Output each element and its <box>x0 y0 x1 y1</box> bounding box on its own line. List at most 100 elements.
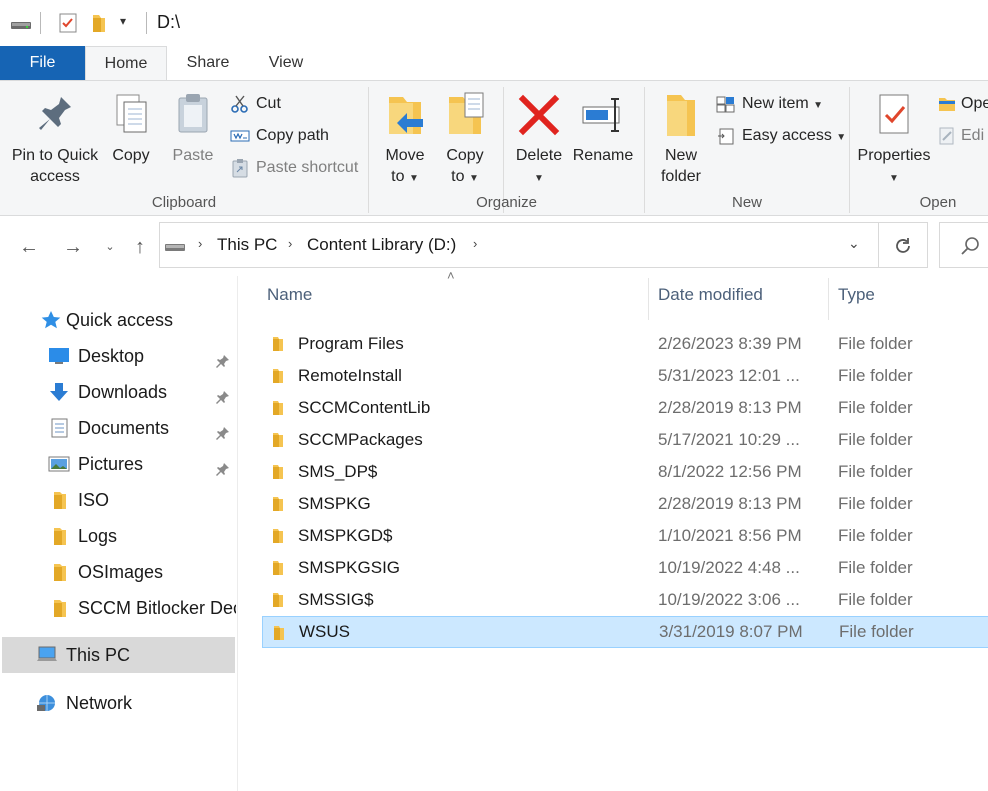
nav-item-pictures[interactable]: Pictures <box>48 448 236 480</box>
new-folder-icon <box>667 95 695 136</box>
breadcrumb-this-pc[interactable]: This PC <box>217 235 277 255</box>
column-separator[interactable] <box>828 278 829 320</box>
file-row[interactable]: SMS_DP$ 8/1/2022 12:56 PM File folder <box>262 456 988 488</box>
up-arrow-icon[interactable]: ↑ <box>127 234 153 260</box>
file-row[interactable]: SMSPKG 2/28/2019 8:13 PM File folder <box>262 488 988 520</box>
paste-shortcut-button[interactable]: Paste shortcut <box>230 156 358 180</box>
breadcrumb-chevron-icon[interactable]: › <box>198 236 202 251</box>
dropdown-arrow-icon: ▼ <box>889 173 899 184</box>
file-date-modified: 10/19/2022 4:48 ... <box>658 558 800 577</box>
network-icon <box>37 695 55 711</box>
scissors-icon <box>231 95 248 113</box>
pin-to-quick-access-button[interactable]: Pin to Quick access <box>8 89 102 187</box>
column-header-name[interactable]: Name <box>267 285 312 305</box>
nav-this-pc[interactable]: This PC <box>36 639 232 671</box>
new-folder-button[interactable]: New folder <box>656 89 706 187</box>
sort-ascending-icon: ˄ <box>447 268 455 283</box>
address-dropdown-chevron-icon[interactable]: ⌄ <box>848 235 860 252</box>
search-icon <box>961 237 979 255</box>
file-row[interactable]: SMSPKGD$ 1/10/2021 8:56 PM File folder <box>262 520 988 552</box>
nav-item-logs[interactable]: Logs <box>48 520 236 552</box>
file-date-modified: 1/10/2021 8:56 PM <box>658 526 802 545</box>
folder-icon <box>273 561 283 575</box>
copy-button[interactable]: Copy <box>106 89 156 166</box>
separator <box>40 12 41 34</box>
this-pc-icon <box>37 646 57 661</box>
properties-icon <box>879 94 909 134</box>
file-date-modified: 5/17/2021 10:29 ... <box>658 430 800 449</box>
copy-to-icon <box>449 92 484 134</box>
pin-icon[interactable] <box>214 384 230 408</box>
breadcrumb-chevron-icon[interactable]: › <box>288 236 292 251</box>
copy-to-button[interactable]: Copy to ▼ <box>440 89 490 189</box>
properties-button[interactable]: Properties ▼ <box>856 89 932 189</box>
title-bar: ▾ D:\ <box>0 0 988 46</box>
tab-home[interactable]: Home <box>85 46 167 81</box>
dropdown-arrow-icon: ▼ <box>534 173 544 184</box>
new-group-label: New <box>731 194 762 211</box>
file-row[interactable]: SMSSIG$ 10/19/2022 3:06 ... File folder <box>262 584 988 616</box>
tab-share[interactable]: Share <box>172 46 244 80</box>
rename-button[interactable]: Rename <box>572 89 634 166</box>
nav-item-downloads[interactable]: Downloads <box>48 376 236 408</box>
column-header-date[interactable]: Date modified <box>658 285 763 305</box>
file-name: SMS_DP$ <box>298 462 378 481</box>
folder-icon <box>54 492 66 509</box>
ribbon-tabs: File Home Share View <box>0 46 988 81</box>
folder-icon <box>54 564 66 581</box>
delete-button[interactable]: Delete ▼ <box>513 89 565 189</box>
dropdown-arrow-icon: ▼ <box>408 173 419 184</box>
file-row[interactable]: Program Files 2/26/2023 8:39 PM File folde… <box>262 328 988 360</box>
refresh-button[interactable] <box>879 222 928 268</box>
tab-file[interactable]: File <box>0 46 85 80</box>
file-row[interactable]: SMSPKGSIG 10/19/2022 4:48 ... File folder <box>262 552 988 584</box>
tab-view[interactable]: View <box>252 46 320 80</box>
pin-icon[interactable] <box>214 456 230 480</box>
column-separator[interactable] <box>648 278 649 320</box>
pin-icon[interactable] <box>214 420 230 444</box>
new-folder-quick-icon[interactable] <box>90 12 108 34</box>
easy-access-button[interactable]: Easy access ▼ <box>716 124 846 148</box>
search-box[interactable] <box>939 222 988 268</box>
customize-toolbar-chevron-icon[interactable]: ▾ <box>120 14 126 28</box>
nav-item-documents[interactable]: Documents <box>48 412 236 444</box>
properties-quick-icon[interactable] <box>58 12 78 34</box>
pin-icon[interactable] <box>214 348 230 372</box>
file-row[interactable]: SCCMPackages 5/17/2021 10:29 ... File fold… <box>262 424 988 456</box>
copy-icon <box>116 94 147 133</box>
cut-button[interactable]: Cut <box>230 92 281 116</box>
pin-icon <box>39 97 71 130</box>
nav-item-desktop[interactable]: Desktop <box>48 340 236 372</box>
open-button[interactable]: Ope <box>937 92 988 116</box>
dropdown-arrow-icon: ▼ <box>813 100 824 111</box>
file-list: ˄ Name Date modified Type Program Files 2… <box>239 268 988 791</box>
navigation-bar: ← → ⌄ ↑ › This PC › Content Library (D:)… <box>0 218 988 276</box>
nav-item-sccm-bitlocker[interactable]: SCCM Bitlocker Decr <box>48 592 236 624</box>
edit-button[interactable]: Edi <box>937 124 984 148</box>
file-row[interactable]: SCCMContentLib 2/28/2019 8:13 PM File fold… <box>262 392 988 424</box>
nav-network[interactable]: Network <box>36 687 232 719</box>
breadcrumb-content-library[interactable]: Content Library (D:) <box>307 235 456 255</box>
move-to-button[interactable]: Move to ▼ <box>380 89 430 189</box>
dropdown-arrow-icon: ▼ <box>836 132 847 143</box>
column-header-type[interactable]: Type <box>838 285 875 305</box>
file-row[interactable]: WSUS 3/31/2019 8:07 PM File folder <box>262 616 988 648</box>
recent-locations-chevron-icon[interactable]: ⌄ <box>97 234 123 260</box>
file-name: SCCMContentLib <box>298 398 431 417</box>
nav-item-iso[interactable]: ISO <box>48 484 236 516</box>
move-to-icon <box>389 97 423 134</box>
forward-arrow-icon[interactable]: → <box>60 234 86 260</box>
nav-quick-access[interactable]: Quick access <box>40 304 230 336</box>
paste-button[interactable]: Paste <box>168 89 218 166</box>
copy-path-button[interactable]: Copy path <box>230 124 329 148</box>
open-icon <box>939 97 955 111</box>
pictures-icon <box>48 456 70 472</box>
back-arrow-icon[interactable]: ← <box>16 234 42 260</box>
address-bar[interactable]: › This PC › Content Library (D:) › ⌄ <box>159 222 879 268</box>
paste-icon <box>178 94 208 133</box>
new-item-button[interactable]: New item ▼ <box>716 92 823 116</box>
nav-item-osimages[interactable]: OSImages <box>48 556 236 588</box>
file-row[interactable]: RemoteInstall 5/31/2023 12:01 ... File fol… <box>262 360 988 392</box>
breadcrumb-chevron-icon[interactable]: › <box>473 236 477 251</box>
easy-access-icon <box>718 128 734 145</box>
